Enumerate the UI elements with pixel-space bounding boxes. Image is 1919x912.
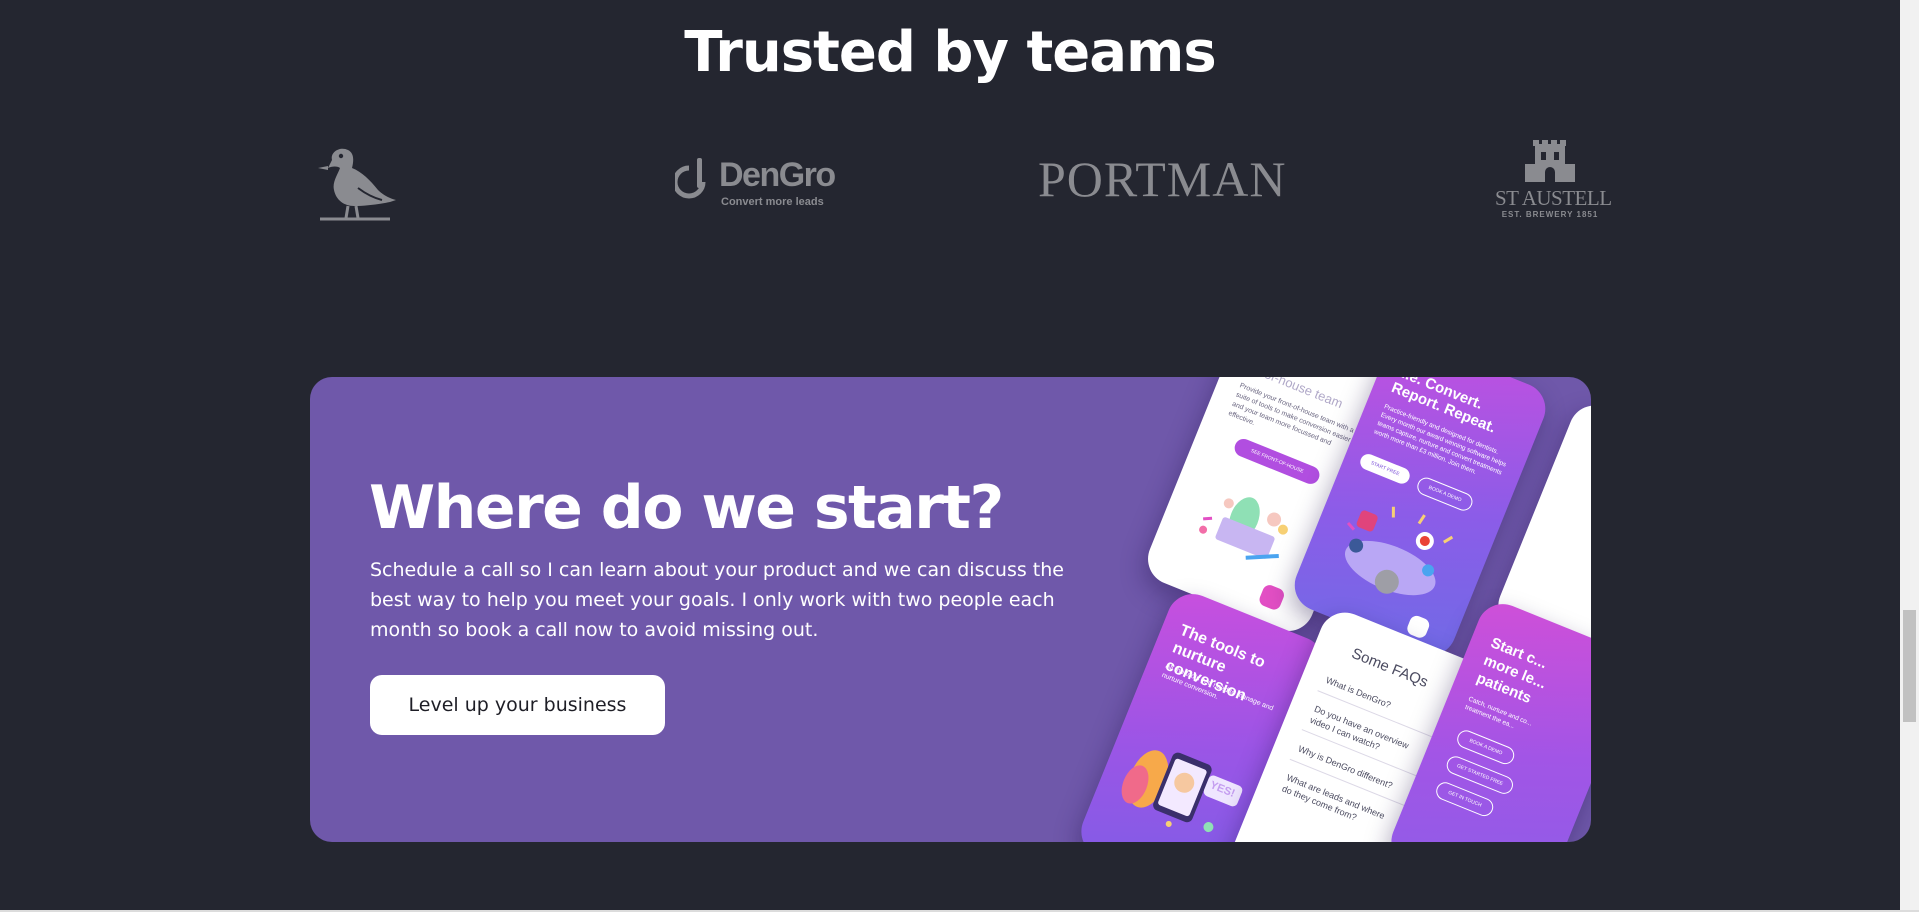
portman-wordmark: PORTMAN bbox=[1038, 151, 1287, 207]
phone5-title: Some FAQs bbox=[1349, 644, 1431, 692]
cta-heading: Where do we start? bbox=[369, 473, 1004, 543]
dengro-tagline: Convert more leads bbox=[721, 196, 824, 208]
staustell-subtext: EST. BREWERY 1851 bbox=[1501, 210, 1599, 219]
portman-logo: PORTMAN bbox=[1038, 150, 1318, 240]
level-up-button[interactable]: Level up your business bbox=[370, 675, 665, 735]
cta-description: Schedule a call so I can learn about you… bbox=[370, 559, 1064, 641]
dengro-logo: DenGro Convert more leads bbox=[675, 156, 845, 246]
staustell-logo: ST AUSTELL EST. BREWERY 1851 bbox=[1495, 138, 1612, 228]
cta-card: Where do we start? Schedule a call so I … bbox=[310, 377, 1591, 842]
dengro-wordmark: DenGro bbox=[719, 156, 836, 194]
trusted-title: Trusted by teams bbox=[684, 20, 1217, 85]
faq-item-1: What is DenGro? bbox=[1324, 674, 1393, 711]
page-viewport: Trusted by teams DenGro Convert more lea… bbox=[0, 0, 1900, 910]
client-logos: DenGro Convert more leads PORTMAN ST AUS… bbox=[310, 138, 1612, 228]
staustell-wordmark: ST AUSTELL bbox=[1495, 186, 1612, 210]
phone4-illustration bbox=[1121, 750, 1243, 833]
scrollbar-thumb[interactable] bbox=[1903, 610, 1916, 722]
app-mockups-image: ...of-house team Provide your front-of-h… bbox=[1073, 377, 1591, 842]
bird-logo bbox=[310, 138, 400, 228]
page-scrollbar[interactable] bbox=[1900, 0, 1919, 910]
